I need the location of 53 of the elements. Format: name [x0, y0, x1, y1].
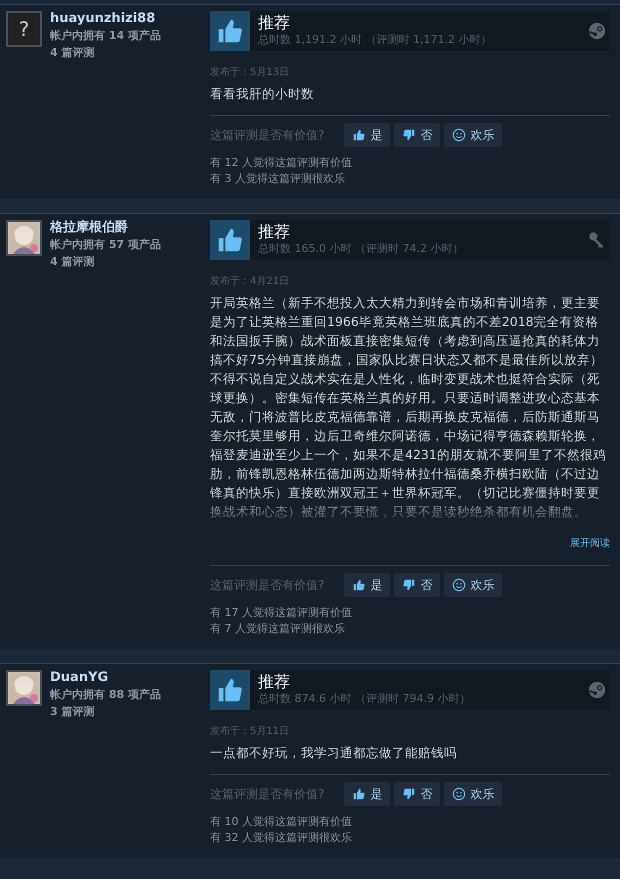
review-text: 开局英格兰（新手不想投入太大精力到转会市场和青训培养，更主要是为了让英格兰重回1966毕竟英格兰班底真的不差2018完全有资格和法国扳手腕）战术面板直接密集短传（考虑到高压逼抢真的耗体力搞不好75分钟直接崩盘，国家队比赛日状态又都不是最佳所以放弃）不得不说自定义战术实在是人性化，临时变更战术也挺符合实际（死球更换）。密集短传在英格兰真的好用。只要适时调整进攻心态基本无敌，门将波普比皮克福德靠谱，后期再换皮克福德，后防斯通斯马奎尔托莫里够用，边后卫奇维尔阿诺德，中场记得亨德森赖斯轮换，福登麦迪逊至少上一个，如果不是4231的朋友就不要阿里了不然很鸡肋，前锋凯恩格林伍德加两边斯特林拉什福德桑乔横扫欧陆（不过边锋真的快乐）直接欧洲双冠王＋世界杯冠军。（切记比赛僵持时要更换战术和心态）被灌了不要慌，只要不是读秒绝杀都有机会翻盘。: [210, 294, 607, 521]
vote-count: 有 7 人觉得这篇评测很欢乐: [210, 621, 346, 637]
funny-button[interactable]: 欢乐: [444, 573, 502, 597]
thumbs-down-icon: [402, 787, 416, 801]
verdict-title[interactable]: 推荐: [258, 14, 588, 32]
vote-count: 有 32 人觉得这篇评测很欢乐: [210, 830, 353, 846]
author-name[interactable]: huayunzhizi88: [50, 11, 161, 27]
playtime-text: 总时数 874.6 小时 （评测时 794.9 小时）: [258, 690, 472, 707]
review-text: 一点都不好玩，我学习通都忘做了能赔钱吗: [210, 744, 458, 762]
review-count[interactable]: 3 篇评测: [50, 703, 161, 720]
yes-button[interactable]: 是: [344, 782, 390, 806]
vote-count: 有 10 人觉得这篇评测有价值: [210, 814, 353, 830]
thumbs-up-icon: [352, 128, 366, 142]
verdict-title[interactable]: 推荐: [258, 672, 588, 691]
steam-logo-icon: [588, 681, 606, 699]
thumbs-up-icon: [352, 787, 366, 801]
no-button[interactable]: 否: [394, 782, 440, 806]
smiley-icon: [452, 128, 466, 142]
no-button[interactable]: 否: [394, 123, 440, 147]
yes-button[interactable]: 是: [344, 573, 390, 597]
posted-date: 发布于：5月13日: [210, 66, 290, 80]
playtime-text: 总时数 165.0 小时 （评测时 74.2 小时）: [258, 240, 464, 257]
vote-count: 有 17 人觉得这篇评测有价值: [210, 605, 353, 621]
product-count[interactable]: 帐户内拥有 14 项产品: [50, 27, 161, 44]
key-icon: [588, 231, 606, 249]
funny-button[interactable]: 欢乐: [444, 782, 502, 806]
author-name[interactable]: DuanYG: [50, 670, 161, 686]
smiley-icon: [452, 787, 466, 801]
helpful-prompt: 这篇评测是否有价值?: [210, 127, 324, 144]
smiley-icon: [452, 578, 466, 592]
steam-logo-icon: [588, 22, 606, 40]
verdict-title[interactable]: 推荐: [258, 222, 588, 241]
playtime-text: 总时数 1,191.2 小时 （评测时 1,171.2 小时）: [258, 32, 492, 48]
product-count[interactable]: 帐户内拥有 57 项产品: [50, 236, 161, 253]
thumbs-down-icon: [402, 128, 416, 142]
vote-count: 有 12 人觉得这篇评测有价值: [210, 155, 353, 171]
posted-date: 发布于：5月11日: [210, 725, 290, 739]
review-text: 看看我肝的小时数: [210, 85, 315, 103]
thumbs-down-icon: [402, 578, 416, 592]
avatar: ?: [6, 11, 42, 47]
no-button[interactable]: 否: [394, 573, 440, 597]
thumbs-up-icon: [352, 578, 366, 592]
posted-date: 发布于：4月21日: [210, 275, 290, 289]
review-count[interactable]: 4 篇评测: [50, 253, 161, 270]
helpful-prompt: 这篇评测是否有价值?: [210, 577, 324, 594]
helpful-prompt: 这篇评测是否有价值?: [210, 786, 324, 803]
vote-count: 有 3 人觉得这篇评测很欢乐: [210, 171, 346, 187]
funny-button[interactable]: 欢乐: [444, 123, 502, 147]
review-count[interactable]: 4 篇评测: [50, 44, 161, 61]
product-count[interactable]: 帐户内拥有 88 项产品: [50, 686, 161, 703]
author-name[interactable]: 格拉摩根伯爵: [50, 220, 161, 236]
expand-link[interactable]: 展开阅读: [570, 538, 610, 549]
yes-button[interactable]: 是: [344, 123, 390, 147]
